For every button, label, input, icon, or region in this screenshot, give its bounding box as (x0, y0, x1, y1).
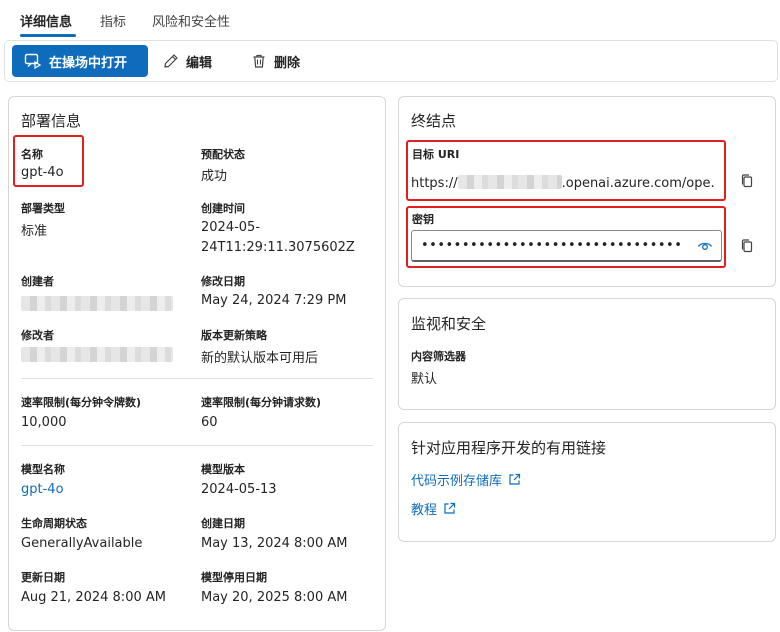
lifecycle-status-label: 生命周期状态 (21, 517, 87, 530)
pencil-icon (163, 53, 179, 69)
external-link-icon (508, 473, 521, 486)
copy-icon (739, 239, 755, 258)
model-version-label: 模型版本 (201, 463, 245, 476)
tab-bar: 详细信息 指标 风险和安全性 (0, 0, 780, 38)
creator-label: 创建者 (21, 275, 54, 288)
modifier-value-redacted (21, 347, 173, 362)
target-uri-suffix: .openai.azure.com/ope... (561, 176, 716, 191)
key-field[interactable]: •••••••••••••••••••••••••••••••• (411, 230, 722, 262)
target-uri-redacted (457, 175, 562, 189)
playground-icon (24, 53, 42, 69)
open-in-playground-label: 在操场中打开 (49, 55, 128, 71)
rate-limit-tokens-label: 速率限制(每分钟令牌数) (21, 396, 142, 409)
delete-button[interactable]: 删除 (251, 45, 300, 77)
deployment-type-label: 部署类型 (21, 202, 65, 215)
delete-label: 删除 (274, 55, 301, 71)
update-policy-label: 版本更新策略 (201, 329, 267, 342)
rate-limit-requests-label: 速率限制(每分钟请求数) (201, 396, 322, 409)
show-key-eye-icon[interactable] (697, 238, 713, 254)
key-masked-value: •••••••••••••••••••••••••••••••• (421, 238, 683, 253)
copy-key-button[interactable] (739, 238, 755, 254)
external-link-icon (443, 502, 456, 515)
monitoring-safety-card: 监视和安全 内容筛选器 默认 (398, 298, 776, 410)
active-tab-indicator (20, 34, 76, 37)
useful-links-card: 针对应用程序开发的有用链接 代码示例存储库 教程 (398, 422, 776, 542)
edit-label: 编辑 (186, 55, 213, 71)
toolbar: 在操场中打开 编辑 删除 (4, 40, 778, 82)
divider (21, 445, 373, 446)
tab-details[interactable]: 详细信息 (20, 11, 72, 30)
copy-uri-button[interactable] (739, 173, 755, 189)
deployment-info-card: 部署信息 名称 gpt-4o 预配状态 成功 部署类型 标准 创建时间 2024… (8, 96, 386, 631)
key-label: 密钥 (412, 213, 434, 226)
tutorial-link[interactable]: 教程 (411, 499, 456, 518)
modified-date-label: 修改日期 (201, 275, 245, 288)
target-uri-prefix: https:// (411, 176, 458, 191)
created-time-value-line2: 24T11:29:11.3075602Z (201, 240, 355, 255)
code-samples-link[interactable]: 代码示例存储库 (411, 470, 521, 489)
modified-date-value: May 24, 2024 7:29 PM (201, 293, 347, 308)
provisioning-state-value: 成功 (201, 169, 228, 184)
name-value: gpt-4o (21, 165, 64, 180)
creator-value-redacted (21, 296, 173, 311)
create-date-label: 创建日期 (201, 517, 245, 530)
retirement-date-value: May 20, 2025 8:00 AM (201, 590, 348, 605)
model-name-label: 模型名称 (21, 463, 65, 476)
endpoint-card: 终结点 目标 URI https:// .openai.azure.com/ope… (398, 96, 776, 287)
model-version-value: 2024-05-13 (201, 482, 277, 497)
retirement-date-label: 模型停用日期 (201, 571, 267, 584)
monitoring-safety-title: 监视和安全 (411, 315, 487, 333)
rate-limit-requests-value: 60 (201, 415, 218, 430)
target-uri-field[interactable]: https:// .openai.azure.com/ope... (411, 173, 716, 199)
update-policy-value: 新的默认版本可用后 (201, 351, 319, 366)
rate-limit-tokens-value: 10,000 (21, 415, 67, 430)
useful-links-title: 针对应用程序开发的有用链接 (411, 439, 607, 457)
tutorial-label: 教程 (411, 503, 438, 518)
create-date-value: May 13, 2024 8:00 AM (201, 536, 348, 551)
update-date-value: Aug 21, 2024 8:00 AM (21, 590, 166, 605)
update-date-label: 更新日期 (21, 571, 65, 584)
created-time-label: 创建时间 (201, 202, 245, 215)
tab-metrics[interactable]: 指标 (100, 11, 126, 30)
model-name-link[interactable]: gpt-4o (21, 482, 64, 497)
lifecycle-status-value: GenerallyAvailable (21, 536, 143, 551)
provisioning-state-label: 预配状态 (201, 148, 245, 161)
divider (21, 378, 373, 379)
edit-button[interactable]: 编辑 (163, 45, 212, 77)
trash-icon (251, 53, 267, 69)
modifier-label: 修改者 (21, 329, 54, 342)
content-filter-label: 内容筛选器 (411, 350, 466, 363)
endpoint-title: 终结点 (411, 112, 457, 130)
name-label: 名称 (21, 148, 43, 161)
deployment-info-title: 部署信息 (21, 112, 82, 130)
open-in-playground-button[interactable]: 在操场中打开 (12, 45, 148, 77)
tab-risk-safety[interactable]: 风险和安全性 (152, 11, 230, 30)
target-uri-label: 目标 URI (412, 148, 460, 161)
copy-icon (739, 174, 755, 193)
created-time-value-line1: 2024-05- (201, 220, 261, 235)
deployment-type-value: 标准 (21, 224, 48, 239)
content-filter-value: 默认 (411, 372, 438, 387)
code-samples-label: 代码示例存储库 (411, 474, 503, 489)
